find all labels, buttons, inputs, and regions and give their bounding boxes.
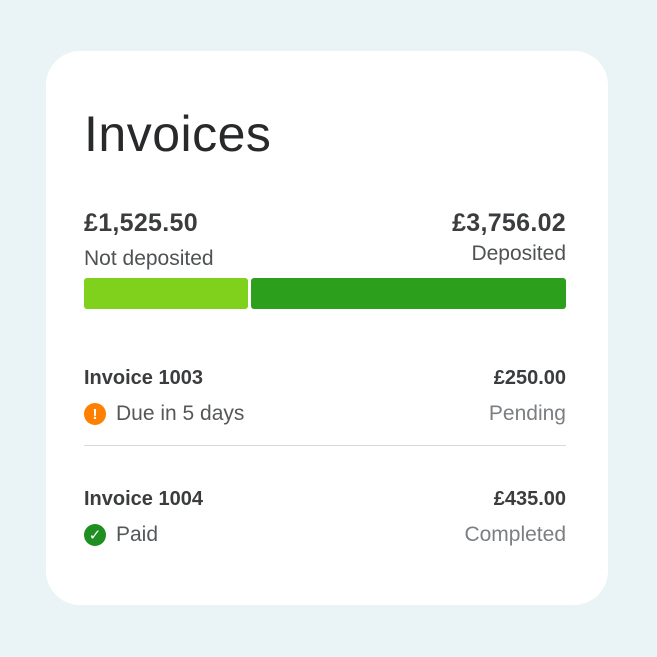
deposited-summary: £3,756.02 Deposited (452, 209, 566, 265)
invoice-status-text: Paid (116, 523, 159, 546)
not-deposited-label: Not deposited (84, 247, 214, 270)
card-title: Invoices (84, 106, 272, 162)
deposited-label: Deposited (471, 242, 566, 265)
invoice-status: ✓ Paid (84, 523, 158, 547)
invoice-row-1004[interactable]: Invoice 1004 £435.00 ✓ Paid Completed (84, 489, 566, 547)
invoice-amount: £435.00 (493, 488, 566, 510)
not-deposited-amount: £1,525.50 (84, 209, 198, 237)
deposit-progress-bar (84, 278, 566, 309)
invoice-status: ! Due in 5 days (84, 402, 244, 426)
not-deposited-summary: £1,525.50 Not deposited (84, 209, 214, 270)
invoice-state: Pending (488, 402, 566, 425)
invoice-amount: £250.00 (493, 367, 566, 389)
invoice-status-text: Due in 5 days (116, 402, 245, 425)
not-deposited-bar-segment (84, 278, 248, 309)
check-icon: ✓ (84, 524, 106, 546)
invoice-divider (84, 445, 566, 446)
invoice-name: Invoice 1004 (84, 488, 203, 510)
invoice-state: Completed (464, 523, 566, 546)
invoice-row-1003[interactable]: Invoice 1003 £250.00 ! Due in 5 days Pen… (84, 368, 566, 426)
deposited-amount: £3,756.02 (452, 209, 566, 237)
invoice-name: Invoice 1003 (84, 367, 203, 389)
deposited-bar-segment (250, 278, 566, 309)
invoices-card: Invoices £1,525.50 Not deposited £3,756.… (46, 51, 608, 605)
warning-icon: ! (84, 403, 106, 425)
